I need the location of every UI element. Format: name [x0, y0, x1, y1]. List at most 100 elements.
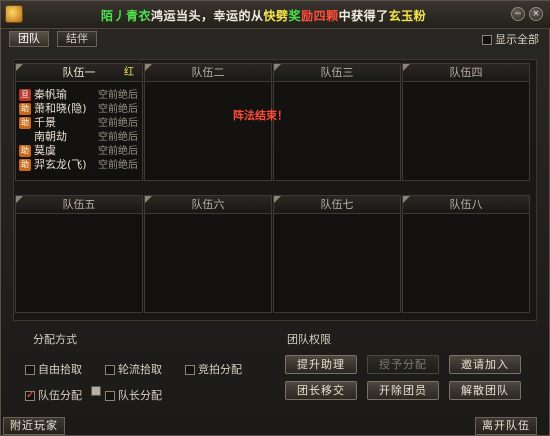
permissions-title: 团队权限: [287, 333, 331, 346]
option-label: 队长分配: [118, 389, 162, 402]
option-auction[interactable]: 竞拍分配: [185, 361, 242, 377]
option-label: 自由拾取: [38, 363, 82, 376]
team-window: 陌丿青衣鸿运当头，幸运的从快劈奖励四颗中获得了玄玉粉 − × 团队 结伴 显示全…: [0, 0, 550, 436]
team-header[interactable]: 队伍五: [16, 196, 142, 214]
team-header[interactable]: 队伍二: [145, 64, 271, 82]
list-item[interactable]: 助 千景 空前绝后: [16, 116, 142, 130]
member-name: 莫虞: [34, 144, 56, 157]
list-item[interactable]: 助 莫虞 空前绝后: [16, 144, 142, 158]
show-all-checkbox[interactable]: [482, 35, 492, 45]
team-header[interactable]: 队伍四: [403, 64, 529, 82]
member-badge-icon: 助: [19, 103, 31, 115]
team-label: 队伍三: [320, 66, 354, 79]
corner-marker-icon: [145, 64, 152, 71]
disband-team-button[interactable]: 解散团队: [449, 381, 521, 400]
member-status: 空前绝后: [98, 118, 138, 129]
team-panel-3[interactable]: 队伍三: [273, 63, 401, 181]
corner-marker-icon: [16, 196, 23, 203]
team-panel-7[interactable]: 队伍七: [273, 195, 401, 313]
member-name: 萧和晓(隐): [34, 102, 87, 115]
team-label: 队伍二: [191, 66, 225, 79]
invite-join-button[interactable]: 邀请加入: [449, 355, 521, 374]
team-header[interactable]: 队伍八: [403, 196, 529, 214]
checkbox-checked[interactable]: [25, 388, 35, 401]
show-all-toggle[interactable]: 显示全部: [482, 31, 539, 47]
option-free-pickup[interactable]: 自由拾取: [25, 361, 82, 377]
member-badge-icon: 旦: [19, 89, 31, 101]
distribution-title: 分配方式: [33, 333, 77, 346]
corner-marker-icon: [16, 64, 23, 71]
list-item[interactable]: 旦 秦帆瑜 空前绝后: [16, 88, 142, 102]
nearby-players-button[interactable]: 附近玩家: [3, 417, 65, 435]
member-name: 千景: [34, 116, 56, 129]
team-panel-4[interactable]: 队伍四: [402, 63, 530, 181]
announcement-part: 中获得了: [338, 9, 389, 23]
corner-marker-icon: [403, 196, 410, 203]
grant-distribution-button[interactable]: 授予分配: [367, 355, 439, 374]
team-label: 队伍五: [62, 198, 96, 211]
formation-notice: 阵法结束！: [233, 109, 288, 122]
kick-member-button[interactable]: 开除团员: [367, 381, 439, 400]
close-icon[interactable]: ×: [529, 7, 543, 21]
transfer-leader-button[interactable]: 团长移交: [285, 381, 357, 400]
option-team-distribution[interactable]: 队伍分配: [25, 387, 82, 403]
checkbox[interactable]: [105, 391, 115, 401]
checkbox[interactable]: [25, 365, 35, 375]
team-label: 队伍七: [320, 198, 354, 211]
team-header[interactable]: 队伍六: [145, 196, 271, 214]
settings-icon[interactable]: [91, 386, 101, 396]
team-header[interactable]: 队伍七: [274, 196, 400, 214]
option-label: 轮流拾取: [118, 363, 162, 376]
corner-marker-icon: [145, 196, 152, 203]
list-item[interactable]: 助 羿玄龙(飞) 空前绝后: [16, 158, 142, 172]
show-all-label: 显示全部: [495, 33, 539, 46]
member-status: 空前绝后: [98, 132, 138, 143]
team-label: 队伍一: [62, 66, 96, 79]
announcement-text: 陌丿青衣鸿运当头，幸运的从快劈奖励四颗中获得了玄玉粉: [101, 7, 426, 24]
team-panel-5[interactable]: 队伍五: [15, 195, 143, 313]
leader-mark: 红: [124, 67, 134, 78]
announcement-part: 快劈: [263, 9, 289, 23]
game-logo-icon: [5, 5, 23, 23]
announcement-player: 陌丿青衣: [101, 9, 152, 23]
checkbox[interactable]: [185, 365, 195, 375]
option-label: 队伍分配: [38, 389, 82, 402]
tab-team[interactable]: 团队: [9, 31, 49, 47]
team-label: 队伍六: [191, 198, 225, 211]
announcement-part: 励四颗: [301, 9, 339, 23]
member-badge-icon: 助: [19, 159, 31, 171]
member-status: 空前绝后: [98, 160, 138, 171]
member-status: 空前绝后: [98, 146, 138, 157]
option-round-robin[interactable]: 轮流拾取: [105, 361, 162, 377]
member-name: 秦帆瑜: [34, 88, 67, 101]
minimize-icon[interactable]: −: [511, 7, 525, 21]
promote-assistant-button[interactable]: 提升助理: [285, 355, 357, 374]
announcement-item: 玄玉粉: [388, 9, 427, 23]
team-label: 队伍四: [449, 66, 483, 79]
tab-partner[interactable]: 结伴: [57, 31, 97, 47]
member-list: 旦 秦帆瑜 空前绝后 助 萧和晓(隐) 空前绝后 助 千景 空前绝后 南朝劫 空前绝后 …: [16, 82, 142, 172]
option-label: 竞拍分配: [198, 363, 242, 376]
corner-marker-icon: [274, 196, 281, 203]
team-panel-1[interactable]: 队伍一 红 旦 秦帆瑜 空前绝后 助 萧和晓(隐) 空前绝后 助 千景 空前绝后 南朝…: [15, 63, 143, 181]
list-item[interactable]: 南朝劫 空前绝后: [16, 130, 142, 144]
option-leader-distribution[interactable]: 队长分配: [105, 387, 162, 403]
member-status: 空前绝后: [98, 104, 138, 115]
team-label: 队伍八: [449, 198, 483, 211]
team-header[interactable]: 队伍三: [274, 64, 400, 82]
leave-team-button[interactable]: 离开队伍: [475, 417, 537, 435]
corner-marker-icon: [403, 64, 410, 71]
team-panel-6[interactable]: 队伍六: [144, 195, 272, 313]
team-header[interactable]: 队伍一 红: [16, 64, 142, 82]
announcement-part: 奖: [288, 9, 302, 23]
checkbox[interactable]: [105, 365, 115, 375]
member-name: 南朝劫: [34, 130, 67, 143]
announcement-part: 鸿运当头，幸运的从: [151, 9, 264, 23]
system-announcement-bar: 陌丿青衣鸿运当头，幸运的从快劈奖励四颗中获得了玄玉粉 − ×: [1, 1, 550, 29]
member-badge-icon: 助: [19, 117, 31, 129]
corner-marker-icon: [274, 64, 281, 71]
member-badge-icon: 助: [19, 145, 31, 157]
member-status: 空前绝后: [98, 90, 138, 101]
list-item[interactable]: 助 萧和晓(隐) 空前绝后: [16, 102, 142, 116]
team-panel-8[interactable]: 队伍八: [402, 195, 530, 313]
